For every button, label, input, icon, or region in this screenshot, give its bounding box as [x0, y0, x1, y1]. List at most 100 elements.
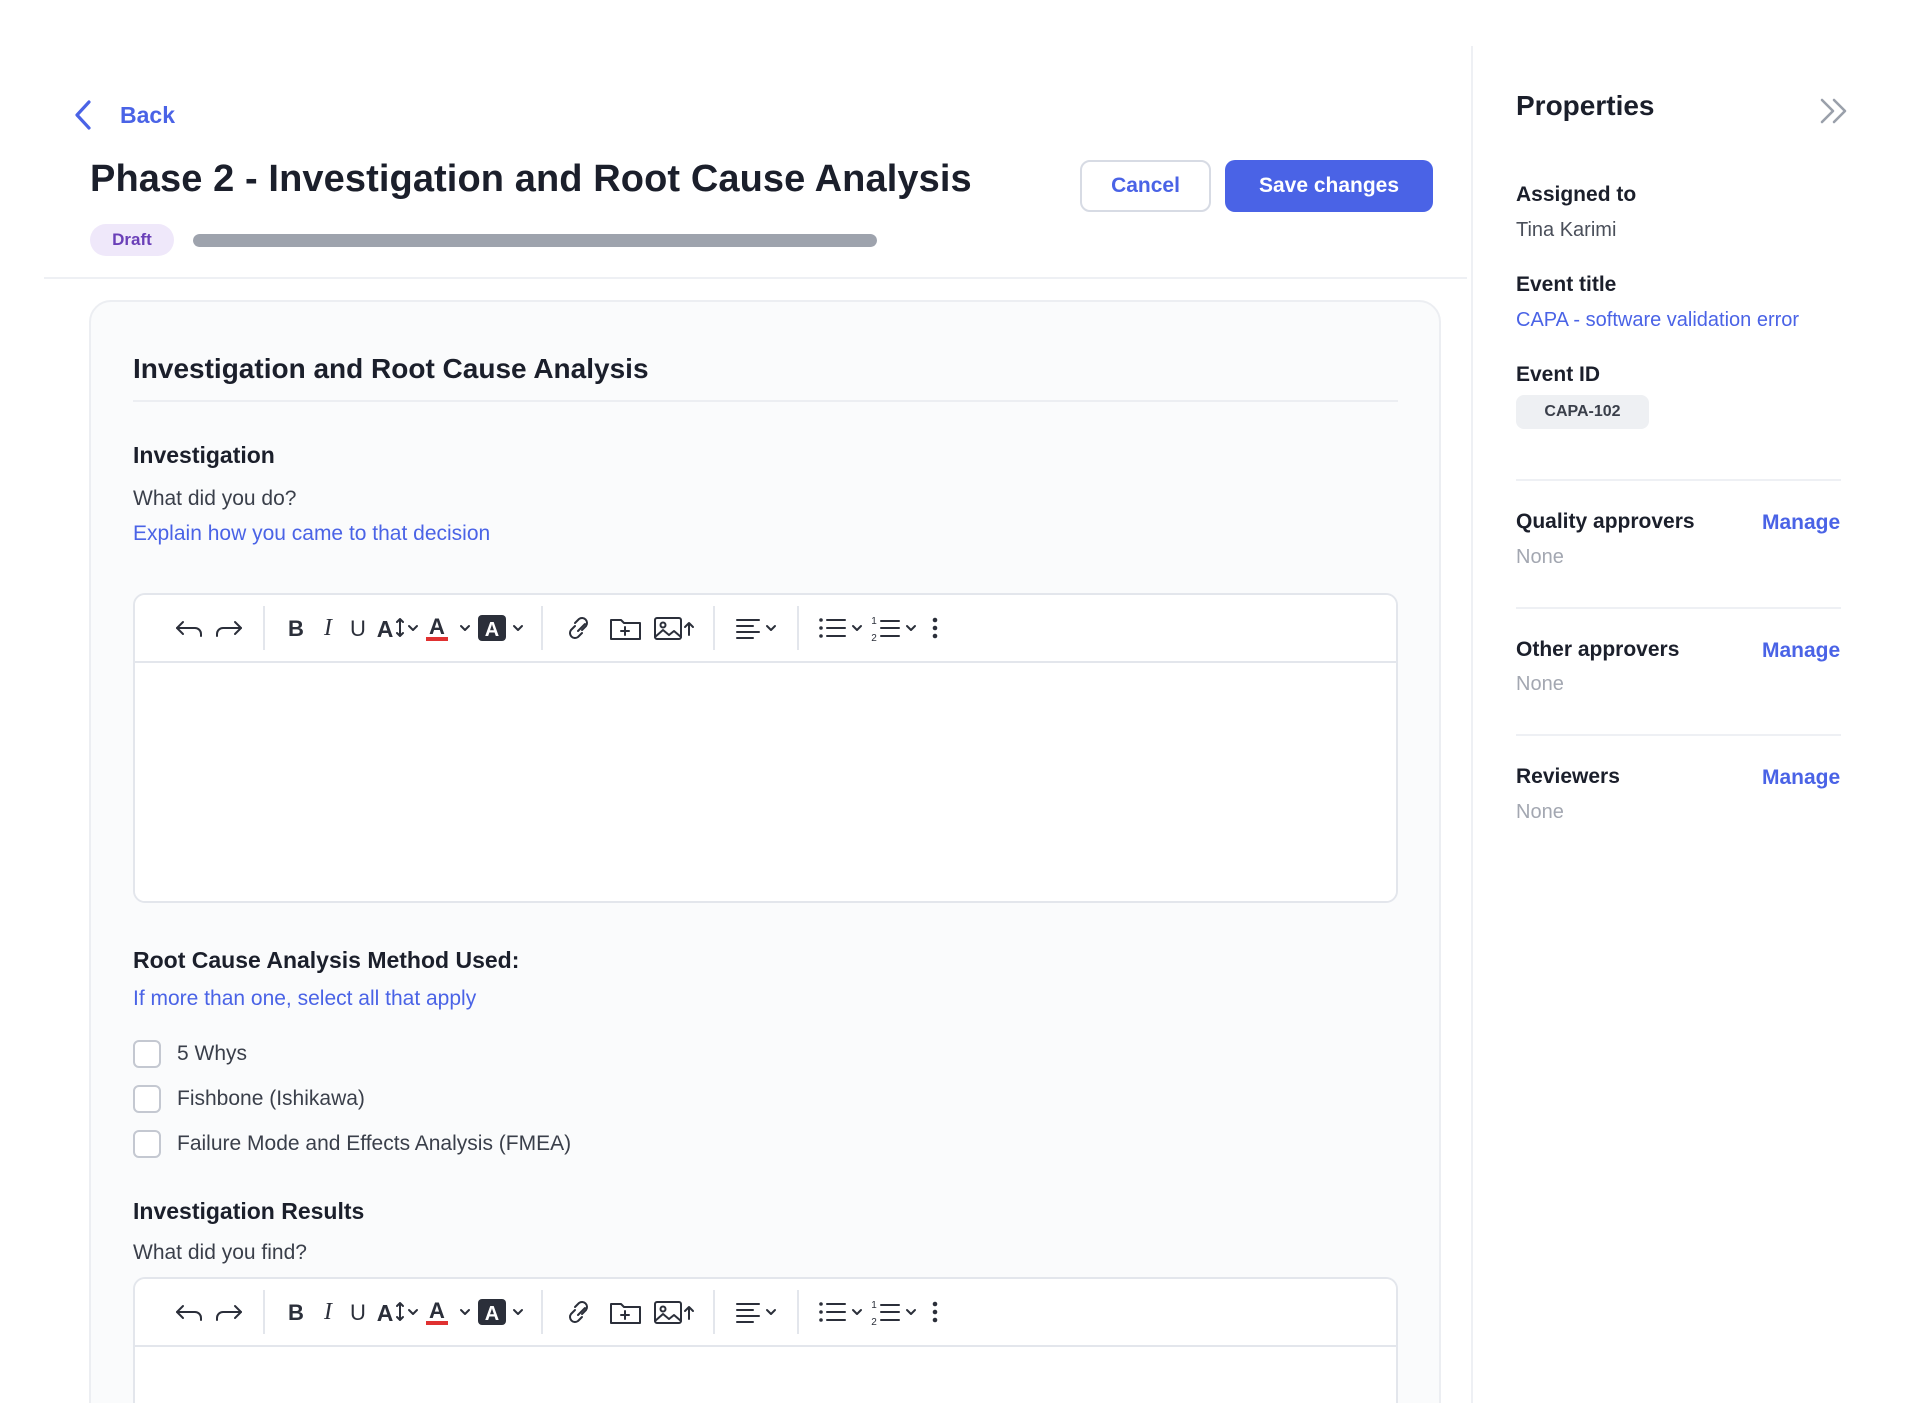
checkbox-label: 5 Whys — [177, 1042, 248, 1065]
svg-text:I: I — [323, 615, 333, 641]
checkbox[interactable] — [133, 1040, 161, 1068]
event-id-label: Event ID — [1516, 363, 1601, 386]
sidebar-divider — [1516, 607, 1841, 609]
reviewers-value: None — [1516, 801, 1564, 823]
editor-toolbar: BIUAAA12 — [135, 595, 1396, 663]
more-options-icon[interactable] — [921, 1292, 949, 1332]
chevron-left-icon — [75, 100, 91, 130]
italic-icon[interactable]: I — [313, 608, 343, 648]
svg-text:A: A — [377, 1300, 394, 1326]
font-size-icon[interactable]: A — [373, 1292, 423, 1332]
event-title-label: Event title — [1516, 273, 1617, 296]
cancel-button[interactable]: Cancel — [1080, 160, 1211, 212]
svg-text:1: 1 — [871, 616, 877, 627]
assigned-to-value: Tina Karimi — [1516, 219, 1617, 241]
svg-text:2: 2 — [871, 1317, 877, 1328]
toolbar-separator — [797, 606, 799, 650]
investigation-results-editor-body[interactable] — [135, 1347, 1396, 1403]
event-id-chip: CAPA-102 — [1516, 395, 1649, 429]
card-divider — [133, 400, 1398, 402]
redo-icon[interactable] — [209, 1292, 249, 1332]
sidebar-divider — [1516, 479, 1841, 481]
toolbar-separator — [797, 1290, 799, 1334]
assigned-to-label: Assigned to — [1516, 183, 1637, 206]
svg-text:A: A — [377, 616, 394, 642]
rca-method-heading: Root Cause Analysis Method Used: — [133, 947, 520, 973]
investigation-editor: BIUAAA12 — [133, 593, 1398, 903]
manage-other-approvers-button[interactable]: Manage — [1762, 639, 1840, 663]
investigation-results-heading: Investigation Results — [133, 1198, 365, 1224]
toolbar-separator — [713, 1290, 715, 1334]
italic-icon[interactable]: I — [313, 1292, 343, 1332]
checkbox-5-whys[interactable]: 5 Whys — [133, 1040, 247, 1068]
svg-text:A: A — [429, 614, 445, 639]
align-icon[interactable] — [729, 608, 783, 648]
other-approvers-label: Other approvers — [1516, 638, 1680, 661]
text-color-icon[interactable]: A — [423, 608, 475, 648]
collapse-sidebar-icon[interactable] — [1816, 95, 1852, 127]
checkbox-fishbone[interactable]: Fishbone (Ishikawa) — [133, 1085, 365, 1113]
underline-icon[interactable]: U — [343, 608, 373, 648]
more-options-icon[interactable] — [921, 608, 949, 648]
bullet-list-icon[interactable] — [813, 608, 867, 648]
back-link[interactable]: Back — [72, 98, 175, 132]
manage-reviewers-button[interactable]: Manage — [1762, 766, 1840, 790]
undo-icon[interactable] — [169, 1292, 209, 1332]
insert-file-icon[interactable] — [603, 608, 649, 648]
investigation-hint: Explain how you came to that decision — [133, 522, 491, 545]
toolbar-separator — [541, 606, 543, 650]
toolbar-separator — [263, 606, 265, 650]
underline-icon[interactable]: U — [343, 1292, 373, 1332]
insert-image-icon[interactable] — [649, 608, 699, 648]
properties-title: Properties — [1516, 90, 1655, 121]
checkbox-label: Failure Mode and Effects Analysis (FMEA) — [177, 1132, 572, 1155]
investigation-editor-body[interactable] — [135, 663, 1396, 901]
svg-text:B: B — [288, 616, 304, 641]
sidebar-divider — [1516, 734, 1841, 736]
highlight-color-icon[interactable]: A — [475, 1292, 527, 1332]
svg-text:1: 1 — [871, 1300, 877, 1311]
svg-text:2: 2 — [871, 633, 877, 644]
svg-text:U: U — [350, 1300, 366, 1325]
toolbar-separator — [263, 1290, 265, 1334]
bullet-list-icon[interactable] — [813, 1292, 867, 1332]
link-icon[interactable] — [557, 608, 603, 648]
text-color-icon[interactable]: A — [423, 1292, 475, 1332]
properties-sidebar — [1471, 46, 1920, 1403]
insert-image-icon[interactable] — [649, 1292, 699, 1332]
checkbox-fmea[interactable]: Failure Mode and Effects Analysis (FMEA) — [133, 1130, 571, 1158]
event-title-link[interactable]: CAPA - software validation error — [1516, 309, 1799, 332]
reviewers-label: Reviewers — [1516, 765, 1620, 788]
save-changes-button[interactable]: Save changes — [1225, 160, 1433, 212]
toolbar-separator — [541, 1290, 543, 1334]
checkbox[interactable] — [133, 1130, 161, 1158]
insert-file-icon[interactable] — [603, 1292, 649, 1332]
bold-icon[interactable]: B — [279, 608, 313, 648]
checkbox-label: Fishbone (Ishikawa) — [177, 1087, 365, 1110]
investigation-question: What did you do? — [133, 487, 297, 510]
font-size-icon[interactable]: A — [373, 608, 423, 648]
main-content: Back Phase 2 - Investigation and Root Ca… — [0, 0, 1467, 1403]
svg-text:I: I — [323, 1299, 333, 1325]
other-approvers-value: None — [1516, 673, 1564, 695]
link-icon[interactable] — [557, 1292, 603, 1332]
back-label: Back — [120, 101, 175, 128]
align-icon[interactable] — [729, 1292, 783, 1332]
investigation-results-editor: BIUAAA12 — [133, 1277, 1398, 1403]
undo-icon[interactable] — [169, 608, 209, 648]
numbered-list-icon[interactable]: 12 — [867, 1292, 921, 1332]
svg-text:U: U — [350, 616, 366, 641]
header-divider — [44, 277, 1467, 279]
highlight-color-icon[interactable]: A — [475, 608, 527, 648]
editor-toolbar: BIUAAA12 — [135, 1279, 1396, 1347]
investigation-results-question: What did you find? — [133, 1241, 307, 1264]
numbered-list-icon[interactable]: 12 — [867, 608, 921, 648]
checkbox[interactable] — [133, 1085, 161, 1113]
investigation-heading: Investigation — [133, 442, 275, 468]
quality-approvers-label: Quality approvers — [1516, 510, 1695, 533]
redo-icon[interactable] — [209, 608, 249, 648]
page-title: Phase 2 - Investigation and Root Cause A… — [90, 158, 972, 200]
manage-quality-approvers-button[interactable]: Manage — [1762, 511, 1840, 535]
rca-method-hint: If more than one, select all that apply — [133, 987, 477, 1010]
bold-icon[interactable]: B — [279, 1292, 313, 1332]
